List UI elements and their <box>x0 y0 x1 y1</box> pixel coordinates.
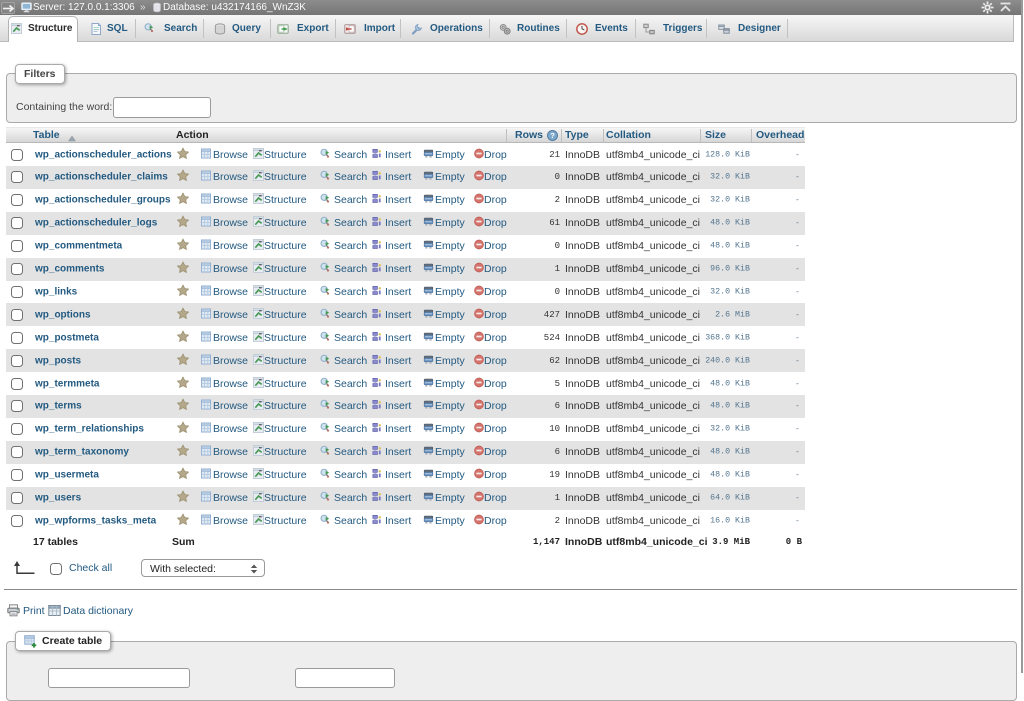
svg-text:?: ? <box>550 131 555 140</box>
